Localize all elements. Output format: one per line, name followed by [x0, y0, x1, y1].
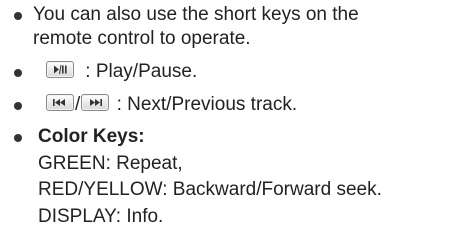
- shortkeys-text-line-1: You can also use the short keys on the: [33, 4, 359, 25]
- nextprev-label: : Next/Previous track.: [116, 94, 298, 115]
- color-key-display: DISPLAY: Info.: [38, 206, 164, 227]
- color-key-green: GREEN: Repeat,: [38, 153, 183, 174]
- previous-track-key-icon: [46, 94, 74, 112]
- next-track-key-icon: [81, 94, 110, 112]
- bullet-dot: [14, 102, 22, 110]
- bullet-dot: [14, 69, 22, 77]
- playpause-label: : Play/Pause.: [85, 61, 198, 82]
- playpause-row: : Play/Pause.: [46, 60, 197, 84]
- bullet-dot: [14, 134, 22, 142]
- nextprev-row: / : Next/Previous track.: [46, 93, 297, 117]
- key-separator: /: [75, 94, 81, 115]
- shortkeys-text-line-2: remote control to operate.: [33, 28, 251, 49]
- bullet-dot: [14, 12, 22, 20]
- play-pause-key-icon: [46, 61, 74, 79]
- color-key-red-yellow: RED/YELLOW: Backward/Forward seek.: [38, 179, 382, 200]
- color-keys-heading: Color Keys:: [38, 126, 145, 147]
